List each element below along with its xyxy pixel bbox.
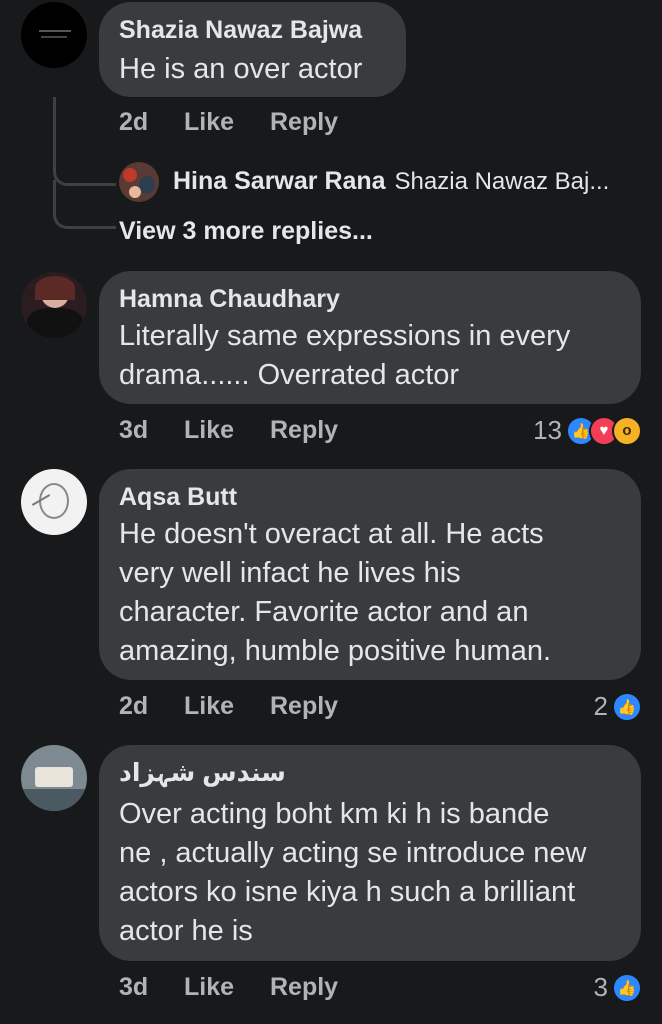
comment-text-line: amazing, humble positive human. bbox=[119, 635, 552, 667]
reply-button[interactable]: Reply bbox=[270, 692, 338, 721]
thread-line bbox=[53, 97, 116, 186]
comment-text-line: ne , actually acting se introduce new bbox=[119, 837, 587, 869]
reaction-count: 2 bbox=[593, 691, 608, 721]
comment-time[interactable]: 3d bbox=[119, 416, 184, 445]
comment-actions: 3d Like Reply bbox=[119, 416, 338, 445]
wow-reaction-icon: o bbox=[612, 415, 642, 446]
comment-text-line: actors ko isne kiya h such a brilliant bbox=[119, 876, 576, 908]
comment-author[interactable]: Hamna Chaudhary bbox=[119, 283, 621, 315]
reply-button[interactable]: Reply bbox=[270, 973, 338, 1002]
comment-bubble: سندس شہزاد Over acting boht km ki h is b… bbox=[99, 745, 641, 961]
comment-actions: 2d Like Reply bbox=[119, 108, 338, 137]
comment-text-line: very well infact he lives his bbox=[119, 557, 461, 589]
comment-text-line: Literally same expressions in every bbox=[119, 320, 571, 352]
reaction-count: 13 bbox=[533, 415, 562, 445]
comment-text-line: He doesn't overact at all. He acts bbox=[119, 518, 544, 550]
comment-text: Over acting boht km ki h is bande ne , a… bbox=[119, 795, 621, 951]
avatar-shazia[interactable] bbox=[21, 2, 87, 68]
reply-button[interactable]: Reply bbox=[270, 108, 338, 137]
comment-time[interactable]: 3d bbox=[119, 973, 184, 1002]
like-reaction-icon: 👍 bbox=[612, 691, 642, 722]
like-reaction-icon: 👍 bbox=[612, 972, 642, 1003]
comment-text: He is an over actor bbox=[119, 53, 363, 85]
comment-bubble: Aqsa Butt He doesn't overact at all. He … bbox=[99, 469, 641, 680]
comment-text-line: character. Favorite actor and an bbox=[119, 596, 529, 628]
comment-bubble: Shazia Nawaz Bajwa He is an over actor bbox=[99, 2, 406, 97]
reaction-summary[interactable]: 2 👍 bbox=[594, 691, 642, 722]
comment-text: Literally same expressions in every dram… bbox=[119, 317, 621, 395]
reaction-count: 3 bbox=[593, 972, 608, 1002]
comment-text-line: actor he is bbox=[119, 915, 253, 947]
reaction-summary[interactable]: 13 👍 ♥ o bbox=[533, 415, 642, 446]
nested-reply-preview[interactable]: Hina Sarwar Rana Shazia Nawaz Baj... bbox=[173, 167, 609, 196]
comment-bubble: Hamna Chaudhary Literally same expressio… bbox=[99, 271, 641, 404]
like-button[interactable]: Like bbox=[184, 416, 270, 445]
comment-author[interactable]: Shazia Nawaz Bajwa bbox=[119, 14, 386, 46]
comment-author[interactable]: سندس شہزاد bbox=[119, 757, 621, 789]
reply-author[interactable]: Hina Sarwar Rana bbox=[173, 167, 386, 195]
comment-author[interactable]: Aqsa Butt bbox=[119, 481, 621, 513]
view-more-replies[interactable]: View 3 more replies... bbox=[119, 217, 373, 246]
reaction-summary[interactable]: 3 👍 bbox=[594, 972, 642, 1003]
avatar-hina[interactable] bbox=[119, 162, 159, 202]
avatar-sundus[interactable] bbox=[21, 745, 87, 811]
thread-line bbox=[53, 180, 116, 229]
comment-text-line: drama...... Overrated actor bbox=[119, 359, 460, 391]
avatar-aqsa[interactable] bbox=[21, 469, 87, 535]
comment-actions: 2d Like Reply bbox=[119, 692, 338, 721]
comment-time[interactable]: 2d bbox=[119, 692, 184, 721]
like-button[interactable]: Like bbox=[184, 973, 270, 1002]
reply-text-preview: Shazia Nawaz Baj... bbox=[394, 168, 610, 195]
avatar-hamna[interactable] bbox=[21, 272, 87, 338]
reply-button[interactable]: Reply bbox=[270, 416, 338, 445]
comment-text-line: Over acting boht km ki h is bande bbox=[119, 798, 550, 830]
comment-time[interactable]: 2d bbox=[119, 108, 184, 137]
comment-actions: 3d Like Reply bbox=[119, 973, 338, 1002]
like-button[interactable]: Like bbox=[184, 692, 270, 721]
like-button[interactable]: Like bbox=[184, 108, 270, 137]
comment-text: He doesn't overact at all. He acts very … bbox=[119, 515, 621, 671]
